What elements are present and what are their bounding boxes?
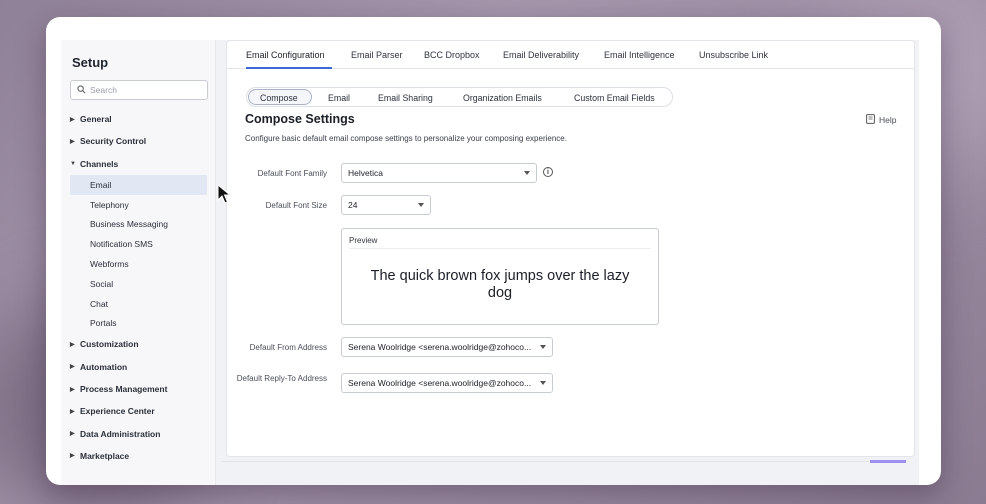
subtab-email-sharing[interactable]: Email Sharing: [378, 93, 433, 103]
sidebar-item-label: Experience Center: [80, 406, 155, 417]
bottom-divider: [221, 461, 901, 462]
sidebar-item-automation[interactable]: ▶ Automation: [61, 356, 216, 378]
sidebar-item-chat[interactable]: Chat: [61, 294, 216, 314]
sidebar-search-input[interactable]: Search: [70, 80, 208, 100]
from-address-label: Default From Address: [249, 343, 327, 352]
setup-container: Setup Search ▶ General ▶ Security Contro…: [61, 40, 919, 485]
caret-right-icon: ▶: [70, 138, 75, 145]
caret-right-icon: ▶: [70, 364, 75, 371]
sidebar-item-label: Channels: [80, 158, 119, 169]
font-size-select[interactable]: 24: [341, 195, 431, 215]
dropdown-arrow-icon: [540, 381, 546, 385]
from-address-value: Serena Woolridge <serena.woolridge@zohoc…: [348, 342, 532, 352]
caret-down-icon: ▼: [70, 160, 76, 167]
sidebar-item-process-management[interactable]: ▶ Process Management: [61, 378, 216, 400]
subtab-custom-email-fields[interactable]: Custom Email Fields: [574, 93, 655, 103]
sidebar-item-channels[interactable]: ▼ Channels: [61, 153, 216, 175]
preview-heading: Preview: [349, 236, 378, 245]
subtab-compose[interactable]: Compose: [260, 93, 298, 103]
bottom-accent-bar: [870, 460, 906, 463]
tab-email-configuration[interactable]: Email Configuration: [246, 50, 325, 60]
tab-email-parser[interactable]: Email Parser: [351, 50, 403, 60]
caret-right-icon: ▶: [70, 408, 75, 415]
sidebar-item-label: Webforms: [90, 258, 129, 269]
sidebar-item-telephony[interactable]: Telephony: [61, 195, 216, 215]
help-label: Help: [879, 115, 897, 125]
sidebar-item-webforms[interactable]: Webforms: [61, 254, 216, 274]
caret-right-icon: ▶: [70, 386, 75, 393]
sidebar-item-label: Portals: [90, 318, 117, 329]
caret-right-icon: ▶: [70, 341, 75, 348]
help-book-icon: [866, 114, 875, 126]
font-family-label: Default Font Family: [257, 169, 327, 178]
sidebar-item-experience-center[interactable]: ▶ Experience Center: [61, 400, 216, 422]
search-placeholder: Search: [90, 85, 117, 95]
font-family-select[interactable]: Helvetica: [341, 163, 537, 183]
page-title: Compose Settings: [245, 112, 355, 126]
sub-tab-bar: Compose Email Email Sharing Organization…: [246, 87, 673, 107]
from-address-select[interactable]: Serena Woolridge <serena.woolridge@zohoc…: [341, 337, 553, 357]
sidebar-item-data-administration[interactable]: ▶ Data Administration: [61, 422, 216, 444]
dropdown-arrow-icon: [418, 203, 424, 207]
sidebar-item-label: Business Messaging: [90, 219, 168, 230]
sidebar-item-label: Chat: [90, 298, 108, 309]
app-window: Setup Search ▶ General ▶ Security Contro…: [46, 17, 941, 485]
sidebar-item-label: Marketplace: [80, 450, 130, 461]
sidebar-item-label: Process Management: [80, 384, 168, 394]
reply-to-select[interactable]: Serena Woolridge <serena.woolridge@zohoc…: [341, 373, 553, 393]
sidebar-item-marketplace[interactable]: ▶ Marketplace: [61, 445, 216, 467]
sidebar-item-label: Customization: [80, 339, 139, 350]
preview-divider: [349, 248, 651, 249]
sidebar-title: Setup: [72, 55, 109, 70]
sidebar-item-customization[interactable]: ▶ Customization: [61, 333, 216, 355]
sidebar-item-label: Telephony: [90, 199, 129, 210]
sidebar-item-notification-sms[interactable]: Notification SMS: [61, 234, 216, 254]
sidebar-item-label: Email: [90, 179, 112, 190]
caret-right-icon: ▶: [70, 116, 75, 123]
sidebar-item-email[interactable]: Email: [70, 174, 207, 195]
font-size-label: Default Font Size: [265, 201, 327, 210]
sidebar-item-label: Data Administration: [80, 428, 161, 439]
tab-bcc-dropbox[interactable]: BCC Dropbox: [424, 50, 480, 60]
caret-right-icon: ▶: [70, 453, 75, 460]
preview-sample-text: The quick brown fox jumps over the lazy …: [370, 268, 630, 301]
font-preview-box: Preview The quick brown fox jumps over t…: [341, 228, 659, 325]
dropdown-arrow-icon: [524, 171, 530, 175]
sidebar-item-general[interactable]: ▶ General: [61, 108, 216, 130]
info-icon[interactable]: i: [543, 167, 553, 177]
sidebar-item-label: General: [80, 114, 112, 125]
email-settings-panel: Email Configuration Email Parser BCC Dro…: [226, 40, 915, 457]
sidebar-item-label: Security Control: [80, 136, 147, 147]
sidebar-menu: ▶ General ▶ Security Control ▼ Channels …: [61, 108, 216, 467]
sidebar-item-label: Social: [90, 278, 114, 289]
sidebar-item-business-messaging[interactable]: Business Messaging: [61, 214, 216, 234]
page-description: Configure basic default email compose se…: [245, 134, 567, 143]
mouse-cursor-icon: [217, 184, 231, 204]
sidebar-item-label: Notification SMS: [90, 239, 153, 250]
subtab-organization-emails[interactable]: Organization Emails: [463, 93, 542, 103]
tab-unsubscribe-link[interactable]: Unsubscribe Link: [699, 50, 768, 60]
active-tab-indicator: [246, 67, 332, 69]
help-link[interactable]: Help: [866, 114, 896, 126]
sidebar-item-portals[interactable]: Portals: [61, 313, 216, 333]
sidebar-item-social[interactable]: Social: [61, 274, 216, 294]
tab-email-deliverability[interactable]: Email Deliverability: [503, 50, 579, 60]
search-icon: [77, 81, 86, 99]
reply-to-label: Default Reply-To Address: [236, 374, 327, 383]
caret-right-icon: ▶: [70, 431, 75, 438]
sidebar-item-security-control[interactable]: ▶ Security Control: [61, 130, 216, 152]
font-family-value: Helvetica: [348, 168, 383, 178]
setup-sidebar: Setup Search ▶ General ▶ Security Contro…: [61, 40, 216, 485]
tab-email-intelligence[interactable]: Email Intelligence: [604, 50, 675, 60]
dropdown-arrow-icon: [540, 345, 546, 349]
sidebar-item-label: Automation: [80, 361, 128, 372]
top-tab-bar: Email Configuration Email Parser BCC Dro…: [227, 41, 914, 69]
reply-to-value: Serena Woolridge <serena.woolridge@zohoc…: [348, 378, 532, 388]
subtab-email[interactable]: Email: [328, 93, 350, 103]
font-size-value: 24: [348, 200, 358, 210]
